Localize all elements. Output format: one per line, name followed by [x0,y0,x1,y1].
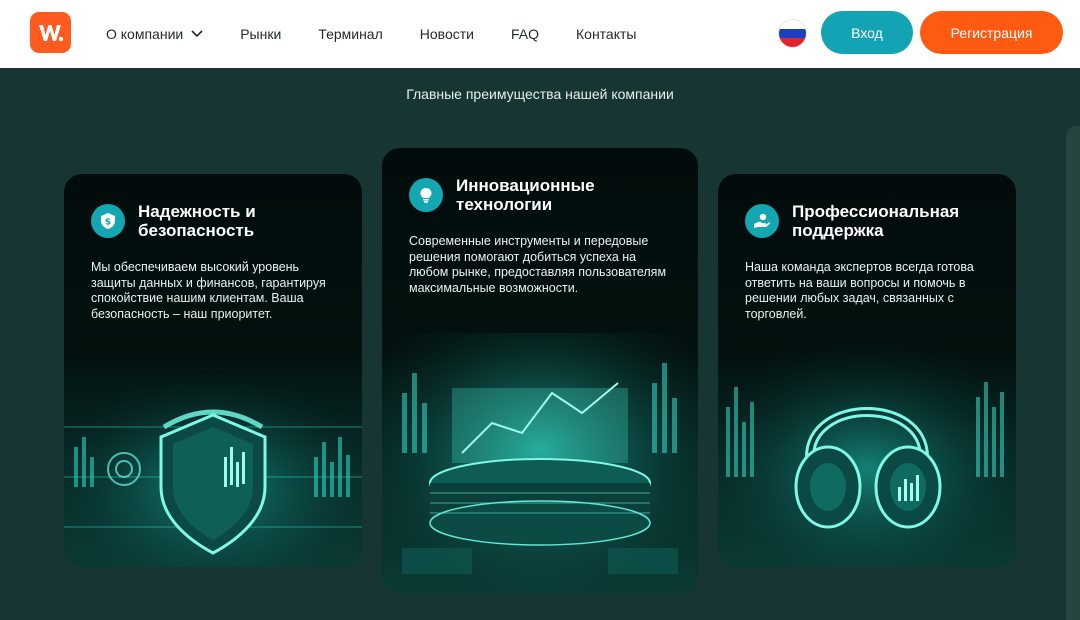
section-subtitle: Главные преимущества нашей компании [406,86,674,102]
svg-text:$: $ [105,218,111,228]
main-nav: О компании Рынки Терминал Новости FAQ Ко… [106,0,673,68]
lightbulb-icon [409,178,443,212]
logo[interactable] [30,12,71,53]
support-hand-icon [745,204,779,238]
feature-card-security: $ Надежность и безопасность Мы обеспечив… [64,174,362,567]
shield-illustration [64,367,362,567]
card-header: Инновационные технологии [409,176,666,214]
technology-illustration [382,333,698,593]
logo-icon [38,24,63,41]
card-title: Профессиональная поддержка [792,202,960,240]
nav-item-about-label: О компании [106,26,184,42]
headphones-illustration [718,347,1016,567]
card-text: Современные инструменты и передовые реше… [409,234,667,295]
feature-card-technology: Инновационные технологии Современные инс… [382,148,698,593]
card-text: Наша команда экспертов всегда готова отв… [745,260,974,321]
card-text: Мы обеспечиваем высокий уровень защиты д… [91,260,326,321]
card-header: Профессиональная поддержка [745,202,1002,240]
login-button[interactable]: Вход [821,11,913,54]
card-title: Надежность и безопасность [138,202,256,240]
next-section-edge [1066,126,1080,620]
site-header: О компании Рынки Терминал Новости FAQ Ко… [0,0,1080,68]
chevron-down-icon [191,30,203,38]
nav-item-faq[interactable]: FAQ [511,26,539,42]
register-button[interactable]: Регистрация [920,11,1063,54]
nav-item-news[interactable]: Новости [420,26,474,42]
card-header: $ Надежность и безопасность [91,202,348,240]
nav-item-terminal[interactable]: Терминал [318,26,382,42]
nav-item-markets[interactable]: Рынки [240,26,281,42]
shield-money-icon: $ [91,204,125,238]
feature-card-support: Профессиональная поддержка Наша команда … [718,174,1016,567]
language-flag-ru-icon[interactable] [779,20,806,47]
nav-item-contacts[interactable]: Контакты [576,26,636,42]
nav-item-about[interactable]: О компании [106,26,203,42]
card-title: Инновационные технологии [456,176,595,214]
